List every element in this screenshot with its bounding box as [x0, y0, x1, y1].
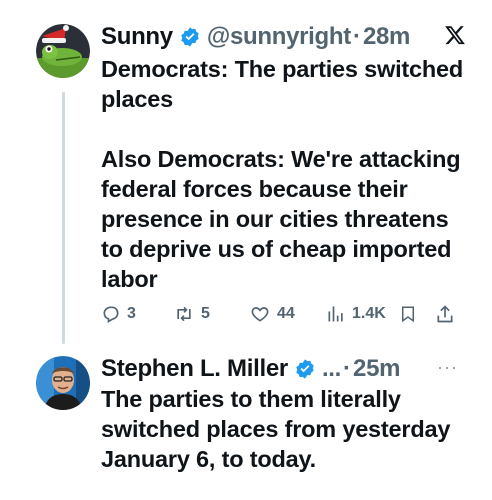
reply-button[interactable]: 3	[101, 304, 136, 324]
reply-icon	[101, 304, 121, 324]
tweet-text: The parties to them literally switched p…	[101, 386, 451, 472]
tweet-header: Sunny @sunnyright · 28m	[101, 20, 452, 54]
avatar-stephen-miller[interactable]	[36, 356, 90, 410]
tweet-stephen-miller[interactable]: Stephen L. Miller ... · 25m ··· The part…	[0, 346, 492, 500]
like-button[interactable]: 44	[249, 304, 295, 324]
author-name[interactable]: Stephen L. Miller	[101, 354, 288, 384]
avatar-sunny[interactable]	[36, 24, 90, 78]
reply-count: 3	[127, 305, 136, 322]
repost-button[interactable]: 5	[173, 304, 210, 324]
tweet-sunny[interactable]: Sunny @sunnyright · 28m Democrats: The p…	[0, 14, 492, 334]
tweet-actions-bar: 3 5 44 1.4K	[101, 304, 472, 330]
author-handle[interactable]: ...	[322, 354, 341, 384]
verified-badge-icon	[179, 26, 201, 48]
bookmark-button[interactable]	[399, 304, 417, 324]
separator-dot: ·	[352, 23, 361, 50]
x-logo-icon[interactable]	[444, 24, 466, 50]
views-count: 1.4K	[352, 305, 386, 322]
bookmark-icon	[399, 304, 417, 324]
timestamp[interactable]: 28m	[363, 22, 410, 52]
more-dots-icon[interactable]: ···	[437, 358, 458, 376]
share-icon	[435, 304, 455, 324]
tweet-text-paragraph-2: Also Democrats: We're attacking federal …	[101, 146, 461, 292]
analytics-icon	[326, 304, 346, 324]
share-button[interactable]	[435, 304, 455, 324]
tweet-text-paragraph-1: Democrats: The parties switched places	[101, 56, 464, 112]
tweet-header: Stephen L. Miller ... · 25m	[101, 352, 452, 386]
timestamp[interactable]: 25m	[353, 354, 400, 384]
like-count: 44	[277, 305, 295, 322]
author-handle[interactable]: @sunnyright	[207, 22, 351, 52]
separator-dot: ·	[343, 355, 352, 382]
views-button[interactable]: 1.4K	[326, 304, 386, 324]
heart-icon	[249, 304, 271, 324]
author-name[interactable]: Sunny	[101, 22, 173, 52]
repost-icon	[173, 304, 195, 324]
verified-badge-icon	[294, 358, 316, 380]
repost-count: 5	[201, 305, 210, 322]
